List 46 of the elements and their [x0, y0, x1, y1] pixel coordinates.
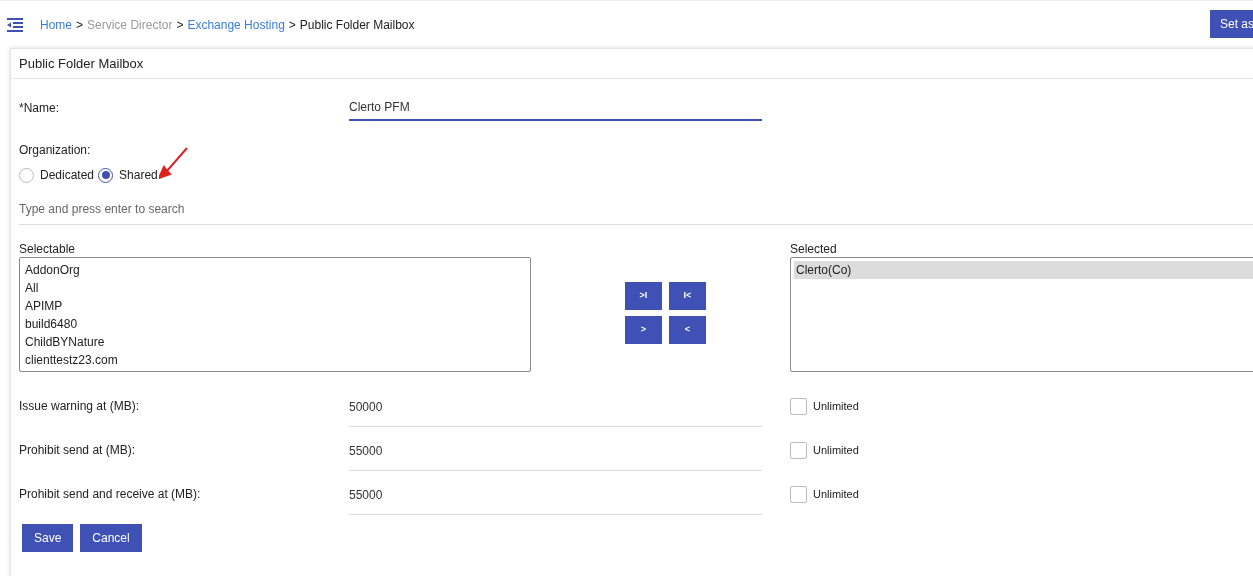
quota-label: Issue warning at (MB): — [19, 398, 141, 415]
checkbox[interactable] — [790, 397, 807, 415]
checkbox[interactable] — [790, 485, 807, 503]
save-button[interactable]: Save — [22, 524, 74, 552]
cancel-button[interactable]: Cancel — [80, 524, 142, 552]
list-item[interactable]: ChildBYNature — [23, 333, 527, 351]
set-as-button[interactable]: Set as — [1210, 10, 1253, 38]
quota-label: Prohibit send at (MB): — [19, 442, 137, 459]
transfer-button[interactable]: < — [669, 316, 706, 344]
list-box[interactable]: Clerto(Co) — [790, 257, 1253, 372]
checkbox[interactable] — [790, 441, 807, 459]
annotation-arrow-icon — [159, 147, 189, 179]
list-item[interactable]: All — [23, 279, 527, 297]
breadcrumb-separator: > — [176, 16, 184, 34]
transfer-button[interactable]: >I — [625, 282, 662, 310]
breadcrumb-link[interactable]: Exchange Hosting — [187, 15, 285, 34]
card-title: Public Folder Mailbox — [19, 54, 144, 73]
breadcrumb-separator: > — [288, 16, 296, 34]
list-item[interactable]: build6480 — [23, 315, 527, 333]
quota-field[interactable]: 55000 — [349, 485, 762, 515]
list-item[interactable]: clienttestz23.com — [23, 351, 527, 369]
unlimited-checkbox[interactable]: Unlimited — [790, 397, 859, 415]
list-item[interactable]: AddonOrg — [23, 261, 527, 279]
organization-label: Organization: — [19, 142, 91, 159]
unlimited-checkbox[interactable]: Unlimited — [790, 441, 859, 459]
breadcrumb-item: Public Folder Mailbox — [299, 16, 415, 34]
list-item[interactable]: APIMP — [23, 297, 527, 315]
transfer-button[interactable]: I< — [669, 282, 706, 310]
breadcrumb-link[interactable]: Home — [40, 15, 72, 34]
search-field[interactable]: Type and press enter to search — [19, 200, 419, 218]
name-label: *Name: — [19, 100, 60, 117]
menu-collapse-icon[interactable] — [7, 17, 23, 32]
selectable-label: Selectable — [19, 242, 77, 256]
breadcrumb-item: Service Director — [87, 16, 173, 34]
list-item[interactable]: Clerto(Co) — [794, 261, 1253, 279]
unlimited-checkbox[interactable]: Unlimited — [790, 485, 859, 503]
radio-option[interactable]: Dedicated — [19, 166, 95, 184]
list-box[interactable]: AddonOrg All APIMP build6480 ChildBYNature clienttestz23.com — [19, 257, 531, 372]
selected-label: Selected — [790, 242, 838, 256]
name-field[interactable]: Clerto PFM — [349, 95, 762, 121]
quota-field[interactable]: 55000 — [349, 441, 762, 471]
quota-label: Prohibit send and receive at (MB): — [19, 486, 202, 503]
breadcrumb-separator: > — [76, 16, 84, 34]
quota-field[interactable]: 50000 — [349, 397, 762, 427]
transfer-button[interactable]: > — [625, 316, 662, 344]
radio-option[interactable]: Shared — [98, 166, 158, 184]
